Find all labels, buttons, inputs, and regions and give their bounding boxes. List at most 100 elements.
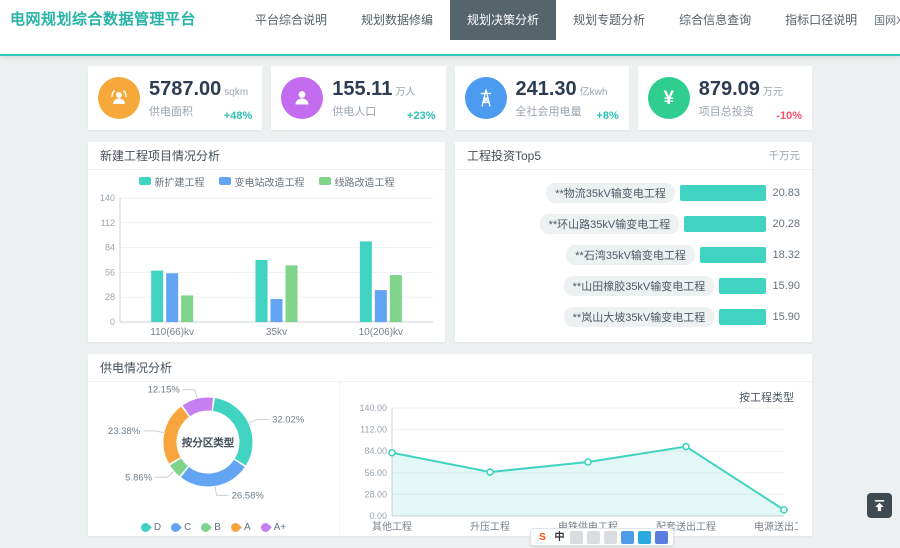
app-root: 电网规划综合数据管理平台 平台综合说明 规划数据修编 规划决策分析 规划专题分析… [0, 0, 900, 548]
svg-text:35kv: 35kv [266, 327, 287, 338]
svg-text:56.00: 56.00 [364, 468, 387, 478]
app-title: 电网规划综合数据管理平台 [0, 0, 196, 40]
top5-label: **环山路35kV输变电工程 [540, 214, 680, 234]
investment-top5-panel: 工程投资Top5 千万元 **物流35kV输变电工程20.83**环山路35kV… [455, 142, 812, 342]
legend-swatch [219, 177, 231, 185]
zone-donut-chart[interactable]: 12.15%32.02%26.58%5.86%23.38%按分区类型 [88, 382, 340, 508]
tray-icon-3[interactable] [604, 531, 617, 544]
svg-text:112: 112 [101, 218, 115, 228]
nav-special-analysis[interactable]: 规划专题分析 [556, 0, 662, 40]
donut-legend-item[interactable]: A+ [261, 522, 287, 533]
kpi-value: 241.30 [516, 78, 577, 101]
donut-legend-swatch [139, 521, 152, 534]
donut-legend-item[interactable]: A [231, 522, 251, 533]
kpi-row: 5787.00sqkm 供电面积 +48% 155.11万人 供电人口 +23%… [88, 66, 812, 130]
donut-legend-label: A+ [274, 522, 287, 533]
svg-text:56: 56 [105, 267, 115, 277]
nav-decision-analysis[interactable]: 规划决策分析 [450, 0, 556, 40]
svg-text:112.00: 112.00 [360, 425, 387, 435]
top5-row[interactable]: **山田橡胶35kV输变电工程 15.90 [455, 270, 812, 301]
top5-row[interactable]: **石湾35kV输变电工程18.32 [455, 239, 812, 270]
svg-text:0.00: 0.00 [369, 511, 387, 521]
grouped-bar-chart[interactable]: 0285684112140110(66)kv35kv10(206)kv [88, 192, 445, 340]
unit-label: 千万元 [769, 148, 801, 163]
main-nav: 平台综合说明 规划数据修编 规划决策分析 规划专题分析 综合信息查询 指标口径说… [238, 0, 874, 40]
kpi-label: 全社会用电量 [516, 103, 608, 119]
coverage-icon [98, 77, 140, 119]
kpi-card-supply-area[interactable]: 5787.00sqkm 供电面积 +48% [88, 66, 262, 130]
kpi-delta: +48% [224, 110, 252, 122]
panel-header: 新建工程项目情况分析 [88, 142, 445, 170]
bar-chart-legend: 新扩建工程 变电站改造工程 线路改造工程 [88, 170, 445, 192]
panel-title: 工程投资Top5 [467, 147, 541, 164]
top5-label: **岚山大坡35kV输变电工程 [564, 307, 715, 327]
header-right: 国网XX市供电公司,您好！ [874, 0, 900, 40]
top5-label: **物流35kV输变电工程 [546, 183, 675, 203]
kpi-unit: sqkm [224, 87, 248, 98]
donut-legend: D CB A A+ [88, 522, 339, 533]
tray-icon-2[interactable] [587, 531, 600, 544]
svg-text:其他工程: 其他工程 [372, 520, 412, 533]
top5-bar [719, 309, 766, 325]
legend-item[interactable]: 线路改造工程 [319, 174, 395, 189]
kpi-card-investment[interactable]: ¥ 879.09万元 项目总投资 -10% [638, 66, 812, 130]
top5-bar [700, 247, 767, 263]
kpi-card-consumption[interactable]: 241.30亿kwh 全社会用电量 +8% [455, 66, 629, 130]
new-projects-panel: 新建工程项目情况分析 新扩建工程变电站改造工程线路改造工程 0285684112… [88, 142, 445, 342]
legend-label: 线路改造工程 [335, 174, 395, 189]
top5-row[interactable]: **环山路35kV输变电工程 20.28 [455, 208, 812, 239]
input-method-toolbar: S中 [530, 528, 674, 546]
legend-item[interactable]: 变电站改造工程 [219, 174, 305, 189]
donut-legend-label: A [244, 522, 251, 533]
sogou-logo-icon[interactable]: S [536, 531, 549, 544]
yuan-icon: ¥ [648, 77, 690, 119]
nav-data-revision[interactable]: 规划数据修编 [344, 0, 450, 40]
svg-text:23.38%: 23.38% [108, 426, 141, 437]
kpi-text: 155.11万人 供电人口 [332, 78, 415, 119]
top5-row[interactable]: **物流35kV输变电工程20.83 [455, 177, 812, 208]
legend-swatch [139, 177, 151, 185]
svg-text:140.00: 140.00 [359, 403, 387, 413]
donut-legend-item[interactable]: B [201, 522, 221, 533]
svg-text:110(66)kv: 110(66)kv [150, 327, 194, 338]
top5-row[interactable]: **岚山大坡35kV输变电工程15.90 [455, 301, 812, 332]
donut-legend-label: C [184, 522, 191, 533]
chinese-mode-icon[interactable]: 中 [553, 531, 566, 544]
power-supply-body: 12.15%32.02%26.58%5.86%23.38%按分区类型 DCBAA… [88, 382, 812, 536]
legend-label: 变电站改造工程 [235, 174, 305, 189]
donut-legend-swatch [229, 521, 242, 534]
top5-label: **山田橡胶35kV输变电工程 [564, 276, 715, 296]
kpi-label: 项目总投资 [699, 103, 783, 119]
svg-text:12.15%: 12.15% [148, 385, 181, 396]
donut-legend-swatch [199, 521, 212, 534]
top5-bar [719, 278, 766, 294]
nav-info-query[interactable]: 综合信息查询 [662, 0, 768, 40]
top-navbar: 电网规划综合数据管理平台 平台综合说明 规划数据修编 规划决策分析 规划专题分析… [0, 0, 900, 56]
kpi-delta: +23% [407, 110, 435, 122]
legend-item[interactable]: 新扩建工程 [139, 174, 205, 189]
arrow-up-icon [873, 499, 886, 512]
kpi-card-population[interactable]: 155.11万人 供电人口 +23% [271, 66, 445, 130]
nav-platform-overview[interactable]: 平台综合说明 [238, 0, 344, 40]
nav-indicator-caliber[interactable]: 指标口径说明 [768, 0, 874, 40]
kpi-unit: 万元 [763, 83, 783, 98]
project-type-area-chart[interactable]: 0.0028.0056.0084.00112.00140.00其他工程升压工程电… [346, 402, 798, 534]
svg-text:32.02%: 32.02% [272, 415, 305, 426]
tray-icon-blue-2[interactable] [638, 531, 651, 544]
svg-text:28.00: 28.00 [364, 489, 387, 499]
top5-value: 15.90 [772, 280, 800, 292]
tray-icon-blue-1[interactable] [621, 531, 634, 544]
power-supply-panel: 供电情况分析 12.15%32.02%26.58%5.86%23.38%按分区类… [88, 354, 812, 536]
project-type-section: 按工程类型 0.0028.0056.0084.00112.00140.00其他工… [340, 382, 812, 536]
donut-legend-item[interactable]: D [141, 522, 161, 533]
svg-text:26.58%: 26.58% [232, 490, 265, 501]
svg-text:0: 0 [110, 317, 115, 327]
kpi-value: 155.11 [332, 78, 392, 101]
donut-legend-item[interactable]: C [171, 522, 191, 533]
top5-bar-list: **物流35kV输变电工程20.83 **环山路35kV输变电工程 20.28 **石… [455, 170, 812, 332]
tray-icon-blue-3[interactable] [655, 531, 668, 544]
tray-icon-1[interactable] [570, 531, 583, 544]
top5-value: 20.28 [772, 218, 800, 230]
back-to-top-button[interactable] [867, 493, 892, 518]
svg-text:电源送出工程: 电源送出工程 [754, 520, 798, 533]
